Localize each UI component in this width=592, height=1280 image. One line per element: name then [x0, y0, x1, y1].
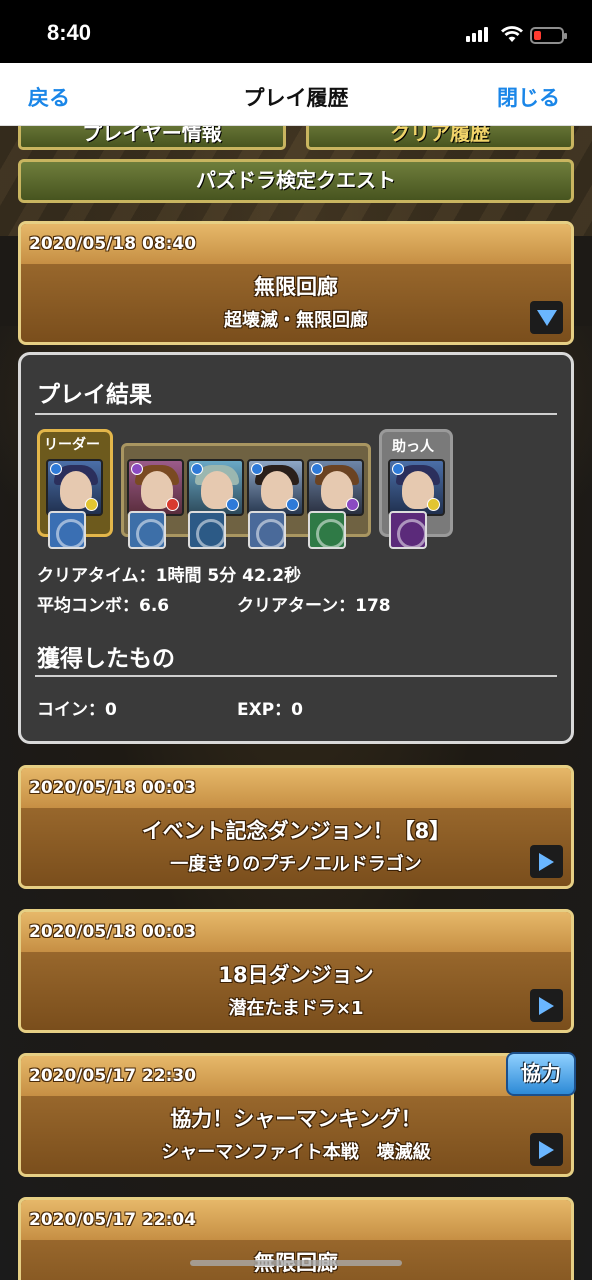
- divider: [35, 413, 557, 415]
- home-indicator[interactable]: [190, 1260, 402, 1266]
- assist-icon[interactable]: [188, 511, 226, 549]
- obtained-title: 獲得したもの: [37, 646, 175, 672]
- battery-icon: [530, 27, 567, 44]
- play-arrow-icon: [539, 852, 554, 871]
- history-item[interactable]: 2020/05/18 00:03 イベント記念ダンジョン！【8】 一度きりのプチ…: [18, 765, 574, 889]
- dungeon-name: 18日ダンジョン: [218, 963, 374, 987]
- floor-name: 超壊滅・無限回廊: [224, 310, 368, 331]
- history-date: 2020/05/18 08:40: [21, 224, 571, 264]
- history-item[interactable]: 2020/05/17 22:30 協力！シャーマンキング！ シャーマンファイト本…: [18, 1053, 574, 1177]
- dungeon-name: 無限回廊: [254, 275, 338, 299]
- monster-icon[interactable]: [187, 459, 244, 516]
- status-time: 8:40: [47, 20, 92, 45]
- collapse-button[interactable]: [530, 301, 563, 334]
- leader-label: リーダー: [44, 437, 100, 453]
- play-arrow-icon: [539, 1140, 554, 1159]
- close-button[interactable]: 閉じる: [497, 82, 560, 112]
- coin-value: コイン：0: [37, 700, 117, 720]
- assist-icon[interactable]: [128, 511, 166, 549]
- average-combo: 平均コンボ：6.6: [37, 596, 170, 616]
- divider: [35, 675, 557, 677]
- monster-icon[interactable]: [388, 459, 445, 516]
- assist-icon[interactable]: [308, 511, 346, 549]
- floor-name: 潜在たまドラ×1: [228, 998, 364, 1019]
- cellular-signal-icon: [466, 27, 488, 42]
- tab-clear-history[interactable]: クリア履歴: [306, 126, 574, 150]
- helper-label: 助っ人: [392, 439, 434, 455]
- monster-icon[interactable]: [247, 459, 304, 516]
- history-item[interactable]: 2020/05/18 08:40 無限回廊 超壊滅・無限回廊: [18, 221, 574, 345]
- clear-time: クリアタイム：1時間 5分 42.2秒: [37, 566, 302, 586]
- history-date: 2020/05/18 00:03: [21, 768, 571, 808]
- dungeon-name: イベント記念ダンジョン！【8】: [141, 819, 451, 843]
- assist-icon[interactable]: [248, 511, 286, 549]
- history-date: 2020/05/17 22:30: [21, 1056, 571, 1096]
- expand-button[interactable]: [530, 845, 563, 878]
- puzzdra-quest-button[interactable]: パズドラ検定クエスト: [18, 159, 574, 203]
- game-area: プレイヤー情報 クリア履歴 パズドラ検定クエスト 2020/05/18 08:4…: [0, 126, 592, 1280]
- expand-button[interactable]: [530, 989, 563, 1022]
- coop-badge: 協力: [506, 1052, 576, 1096]
- status-bar: 8:40: [0, 0, 592, 63]
- assist-icon[interactable]: [48, 511, 86, 549]
- result-title: プレイ結果: [37, 382, 152, 408]
- monster-icon[interactable]: [127, 459, 184, 516]
- assist-icon[interactable]: [389, 511, 427, 549]
- play-result-panel: プレイ結果 リーダー 助っ人 クリアタイム：1時間 5分 42.2秒 平均コンボ…: [18, 352, 574, 744]
- clear-turn: クリアターン：178: [237, 596, 391, 616]
- wifi-icon: [501, 26, 523, 42]
- nav-bar: 戻る プレイ履歴 閉じる: [0, 63, 592, 126]
- dungeon-name: 協力！シャーマンキング！: [170, 1107, 422, 1131]
- history-item[interactable]: 2020/05/17 22:04 無限回廊: [18, 1197, 574, 1280]
- history-date: 2020/05/18 00:03: [21, 912, 571, 952]
- monster-icon[interactable]: [307, 459, 364, 516]
- history-date: 2020/05/17 22:04: [21, 1200, 571, 1240]
- floor-name: 一度きりのプチノエルドラゴン: [170, 854, 422, 875]
- history-item[interactable]: 2020/05/18 00:03 18日ダンジョン 潜在たまドラ×1: [18, 909, 574, 1033]
- tab-player-info[interactable]: プレイヤー情報: [18, 126, 286, 150]
- expand-button[interactable]: [530, 1133, 563, 1166]
- chevron-down-icon: [536, 309, 557, 326]
- floor-name: シャーマンファイト本戦 壊滅級: [161, 1142, 431, 1163]
- play-arrow-icon: [539, 996, 554, 1015]
- exp-value: EXP：0: [237, 700, 304, 720]
- monster-icon[interactable]: [46, 459, 103, 516]
